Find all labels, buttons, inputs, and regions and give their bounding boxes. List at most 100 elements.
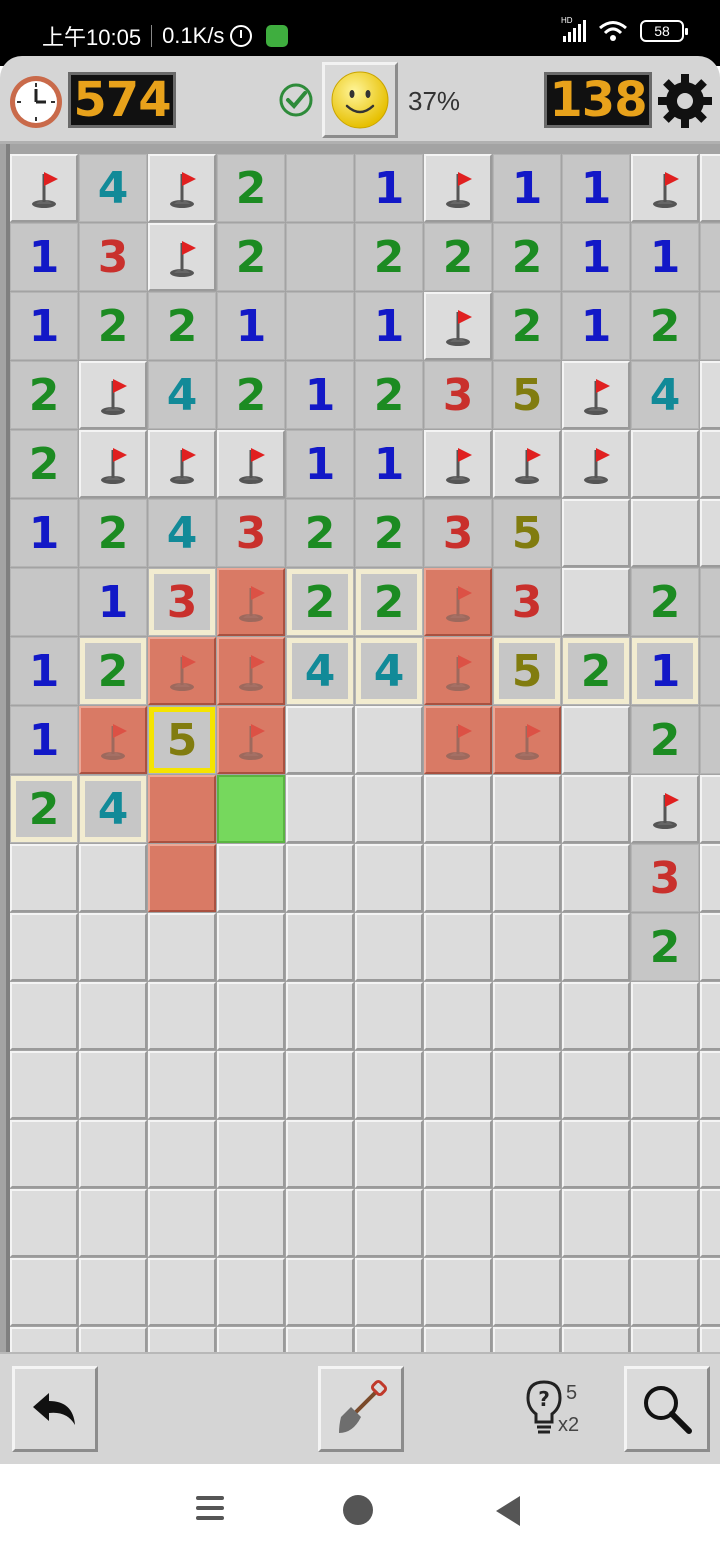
- cell-r5-c2[interactable]: [79, 430, 147, 498]
- cell-r13-c7[interactable]: [424, 982, 492, 1050]
- cell-r6-c5[interactable]: 2: [286, 499, 354, 567]
- cell-r16-c4[interactable]: [217, 1189, 285, 1257]
- cell-r16-c7[interactable]: [424, 1189, 492, 1257]
- cell-r11-c3[interactable]: [148, 844, 216, 912]
- cell-r6-c1[interactable]: 1: [10, 499, 78, 567]
- cell-r7-c7[interactable]: [424, 568, 492, 636]
- cell-r15-c5[interactable]: [286, 1120, 354, 1188]
- cell-r1-c3[interactable]: [148, 154, 216, 222]
- cell-r13-c8[interactable]: [493, 982, 561, 1050]
- cell-r4-c10[interactable]: 4: [631, 361, 699, 429]
- cell-r2-c11[interactable]: [700, 223, 720, 291]
- cell-r11-c2[interactable]: [79, 844, 147, 912]
- cell-r7-c2[interactable]: 1: [79, 568, 147, 636]
- cell-r6-c11[interactable]: [700, 499, 720, 567]
- cell-r6-c4[interactable]: 3: [217, 499, 285, 567]
- cell-r3-c10[interactable]: 2: [631, 292, 699, 360]
- cell-r7-c5[interactable]: 2: [286, 568, 354, 636]
- cell-r12-c1[interactable]: [10, 913, 78, 981]
- cell-r6-c9[interactable]: [562, 499, 630, 567]
- cell-r8-c3[interactable]: [148, 637, 216, 705]
- cell-r8-c9[interactable]: 2: [562, 637, 630, 705]
- cell-r15-c4[interactable]: [217, 1120, 285, 1188]
- cell-r8-c8[interactable]: 5: [493, 637, 561, 705]
- cell-r1-c7[interactable]: [424, 154, 492, 222]
- cell-r12-c10[interactable]: 2: [631, 913, 699, 981]
- cell-r8-c6[interactable]: 4: [355, 637, 423, 705]
- cell-r7-c10[interactable]: 2: [631, 568, 699, 636]
- cell-r17-c8[interactable]: [493, 1258, 561, 1326]
- cell-r18-c11[interactable]: [700, 1327, 720, 1352]
- cell-r10-c1[interactable]: 2: [10, 775, 78, 843]
- cell-r1-c6[interactable]: 1: [355, 154, 423, 222]
- cell-r3-c2[interactable]: 2: [79, 292, 147, 360]
- cell-r15-c6[interactable]: [355, 1120, 423, 1188]
- cell-r9-c3[interactable]: 5: [148, 706, 216, 774]
- cell-r11-c5[interactable]: [286, 844, 354, 912]
- cell-r3-c5[interactable]: [286, 292, 354, 360]
- cell-r3-c1[interactable]: 1: [10, 292, 78, 360]
- cell-r9-c8[interactable]: [493, 706, 561, 774]
- cell-r16-c2[interactable]: [79, 1189, 147, 1257]
- zoom-button[interactable]: [624, 1366, 710, 1452]
- cell-r10-c10[interactable]: [631, 775, 699, 843]
- cell-r17-c10[interactable]: [631, 1258, 699, 1326]
- cell-r4-c6[interactable]: 2: [355, 361, 423, 429]
- cell-r8-c10[interactable]: 1: [631, 637, 699, 705]
- cell-r15-c3[interactable]: [148, 1120, 216, 1188]
- cell-r4-c3[interactable]: 4: [148, 361, 216, 429]
- cell-r7-c3[interactable]: 3: [148, 568, 216, 636]
- cell-r15-c1[interactable]: [10, 1120, 78, 1188]
- cell-r13-c11[interactable]: [700, 982, 720, 1050]
- smiley-face-button[interactable]: [322, 62, 398, 138]
- cell-r14-c1[interactable]: [10, 1051, 78, 1119]
- cell-r1-c8[interactable]: 1: [493, 154, 561, 222]
- cell-r11-c11[interactable]: [700, 844, 720, 912]
- cell-r1-c11[interactable]: [700, 154, 720, 222]
- cell-r12-c11[interactable]: [700, 913, 720, 981]
- cell-r18-c7[interactable]: [424, 1327, 492, 1352]
- cell-r13-c4[interactable]: [217, 982, 285, 1050]
- cell-r5-c7[interactable]: [424, 430, 492, 498]
- cell-r16-c5[interactable]: [286, 1189, 354, 1257]
- cell-r12-c7[interactable]: [424, 913, 492, 981]
- cell-r4-c8[interactable]: 5: [493, 361, 561, 429]
- cell-r15-c8[interactable]: [493, 1120, 561, 1188]
- cell-r17-c6[interactable]: [355, 1258, 423, 1326]
- check-icon[interactable]: [278, 82, 314, 118]
- cell-r6-c6[interactable]: 2: [355, 499, 423, 567]
- cell-r9-c6[interactable]: [355, 706, 423, 774]
- cell-r4-c5[interactable]: 1: [286, 361, 354, 429]
- cell-r7-c1[interactable]: [10, 568, 78, 636]
- cell-r9-c5[interactable]: [286, 706, 354, 774]
- cell-r16-c1[interactable]: [10, 1189, 78, 1257]
- cell-r2-c4[interactable]: 2: [217, 223, 285, 291]
- dig-mode-button[interactable]: [318, 1366, 404, 1452]
- cell-r7-c9[interactable]: [562, 568, 630, 636]
- cell-r15-c9[interactable]: [562, 1120, 630, 1188]
- cell-r1-c10[interactable]: [631, 154, 699, 222]
- cell-r6-c7[interactable]: 3: [424, 499, 492, 567]
- cell-r14-c11[interactable]: [700, 1051, 720, 1119]
- cell-r2-c3[interactable]: [148, 223, 216, 291]
- cell-r2-c2[interactable]: 3: [79, 223, 147, 291]
- cell-r2-c1[interactable]: 1: [10, 223, 78, 291]
- cell-r10-c8[interactable]: [493, 775, 561, 843]
- cell-r11-c9[interactable]: [562, 844, 630, 912]
- cell-r18-c4[interactable]: [217, 1327, 285, 1352]
- cell-r5-c8[interactable]: [493, 430, 561, 498]
- cell-r10-c4[interactable]: [217, 775, 285, 843]
- cell-r16-c6[interactable]: [355, 1189, 423, 1257]
- cell-r1-c4[interactable]: 2: [217, 154, 285, 222]
- cell-r18-c9[interactable]: [562, 1327, 630, 1352]
- cell-r14-c9[interactable]: [562, 1051, 630, 1119]
- cell-r3-c3[interactable]: 2: [148, 292, 216, 360]
- cell-r17-c1[interactable]: [10, 1258, 78, 1326]
- cell-r5-c4[interactable]: [217, 430, 285, 498]
- undo-button[interactable]: [12, 1366, 98, 1452]
- cell-r4-c1[interactable]: 2: [10, 361, 78, 429]
- cell-r6-c3[interactable]: 4: [148, 499, 216, 567]
- cell-r4-c9[interactable]: [562, 361, 630, 429]
- cell-r18-c6[interactable]: [355, 1327, 423, 1352]
- cell-r11-c10[interactable]: 3: [631, 844, 699, 912]
